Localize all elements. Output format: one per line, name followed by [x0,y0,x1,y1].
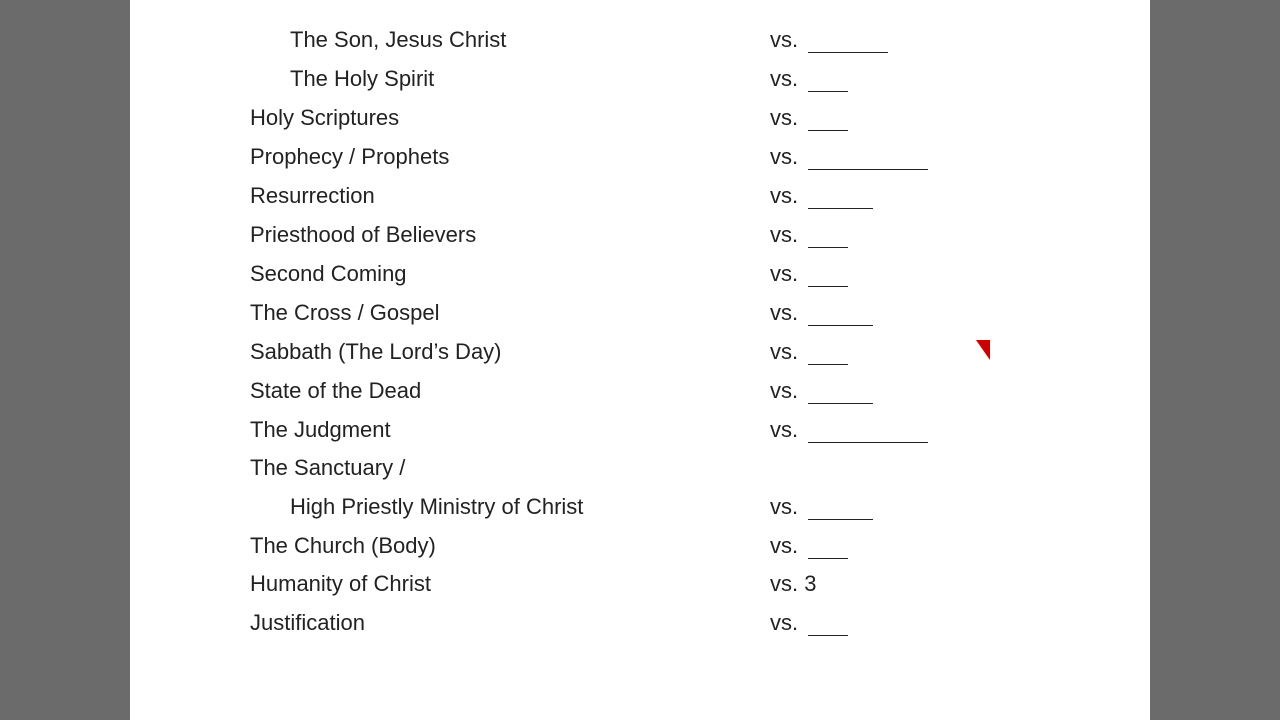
vs-part-priesthood-of-believers: vs. [770,221,1070,248]
list-item-humanity-of-christ: Humanity of Christvs. 3 [250,565,1070,603]
topic-label-holy-spirit: The Holy Spirit [290,66,770,92]
list-item-holy-scriptures: Holy Scripturesvs. [250,98,1070,137]
list-item-priesthood-of-believers: Priesthood of Believersvs. [250,215,1070,254]
topic-label-priesthood-of-believers: Priesthood of Believers [250,222,770,248]
vs-part-holy-scriptures: vs. [770,104,1070,131]
vs-part-prophecy-prophets: vs. [770,143,1070,170]
vs-part-resurrection: vs. [770,182,1070,209]
topic-label-the-judgment: The Judgment [250,417,770,443]
list-item-prophecy-prophets: Prophecy / Prophetsvs. [250,137,1070,176]
vs-part-second-coming: vs. [770,260,1070,287]
vs-part-holy-spirit: vs. [770,65,1070,92]
vs-part-son-jesus-christ: vs. [770,26,1070,53]
topic-label-the-cross-gospel: The Cross / Gospel [250,300,770,326]
topic-label-state-of-the-dead: State of the Dead [250,378,770,404]
blank-line-the-church-body [808,532,848,559]
topic-label-son-jesus-christ: The Son, Jesus Christ [290,27,770,53]
vs-part-justification: vs. [770,609,1070,636]
list-item-holy-spirit: The Holy Spiritvs. [250,59,1070,98]
list-item-the-sanctuary: The Sanctuary / [250,449,1070,487]
blank-line-the-cross-gospel [808,299,873,326]
vs-part-state-of-the-dead: vs. [770,377,1070,404]
blank-line-sabbath [808,338,848,365]
list-item-justification: Justificationvs. [250,603,1070,642]
list-item-high-priestly-ministry: High Priestly Ministry of Christvs. [250,487,1070,526]
mouse-cursor [976,340,990,360]
list-item-the-judgment: The Judgmentvs. [250,410,1070,449]
list-item-resurrection: Resurrectionvs. [250,176,1070,215]
list-item-the-church-body: The Church (Body)vs. [250,526,1070,565]
blank-line-prophecy-prophets [808,143,928,170]
blank-line-second-coming [808,260,848,287]
topic-label-justification: Justification [250,610,770,636]
blank-line-holy-scriptures [808,104,848,131]
blank-line-son-jesus-christ [808,26,888,53]
topic-label-sabbath: Sabbath (The Lord’s Day) [250,339,770,365]
blank-line-state-of-the-dead [808,377,873,404]
vs-part-the-cross-gospel: vs. [770,299,1070,326]
document-container: The Son, Jesus Christvs. The Holy Spirit… [130,0,1150,720]
topic-label-second-coming: Second Coming [250,261,770,287]
topic-label-prophecy-prophets: Prophecy / Prophets [250,144,770,170]
blank-line-high-priestly-ministry [808,493,873,520]
list-item-state-of-the-dead: State of the Deadvs. [250,371,1070,410]
topic-label-resurrection: Resurrection [250,183,770,209]
vs-part-the-judgment: vs. [770,416,1070,443]
vs-part-humanity-of-christ: vs. 3 [770,571,1070,597]
vs-part-high-priestly-ministry: vs. [770,493,1070,520]
blank-line-resurrection [808,182,873,209]
blank-line-priesthood-of-believers [808,221,848,248]
list-item-son-jesus-christ: The Son, Jesus Christvs. [250,20,1070,59]
blank-line-holy-spirit [808,65,848,92]
topic-label-holy-scriptures: Holy Scriptures [250,105,770,131]
vs-part-sabbath: vs. [770,338,1070,365]
topic-label-high-priestly-ministry: High Priestly Ministry of Christ [290,494,770,520]
list-item-the-cross-gospel: The Cross / Gospelvs. [250,293,1070,332]
list-item-sabbath: Sabbath (The Lord’s Day)vs. [250,332,1070,371]
topic-label-humanity-of-christ: Humanity of Christ [250,571,770,597]
topic-label-the-sanctuary: The Sanctuary / [250,455,1070,481]
blank-line-the-judgment [808,416,928,443]
topic-label-the-church-body: The Church (Body) [250,533,770,559]
list-item-second-coming: Second Comingvs. [250,254,1070,293]
blank-line-justification [808,609,848,636]
vs-part-the-church-body: vs. [770,532,1070,559]
